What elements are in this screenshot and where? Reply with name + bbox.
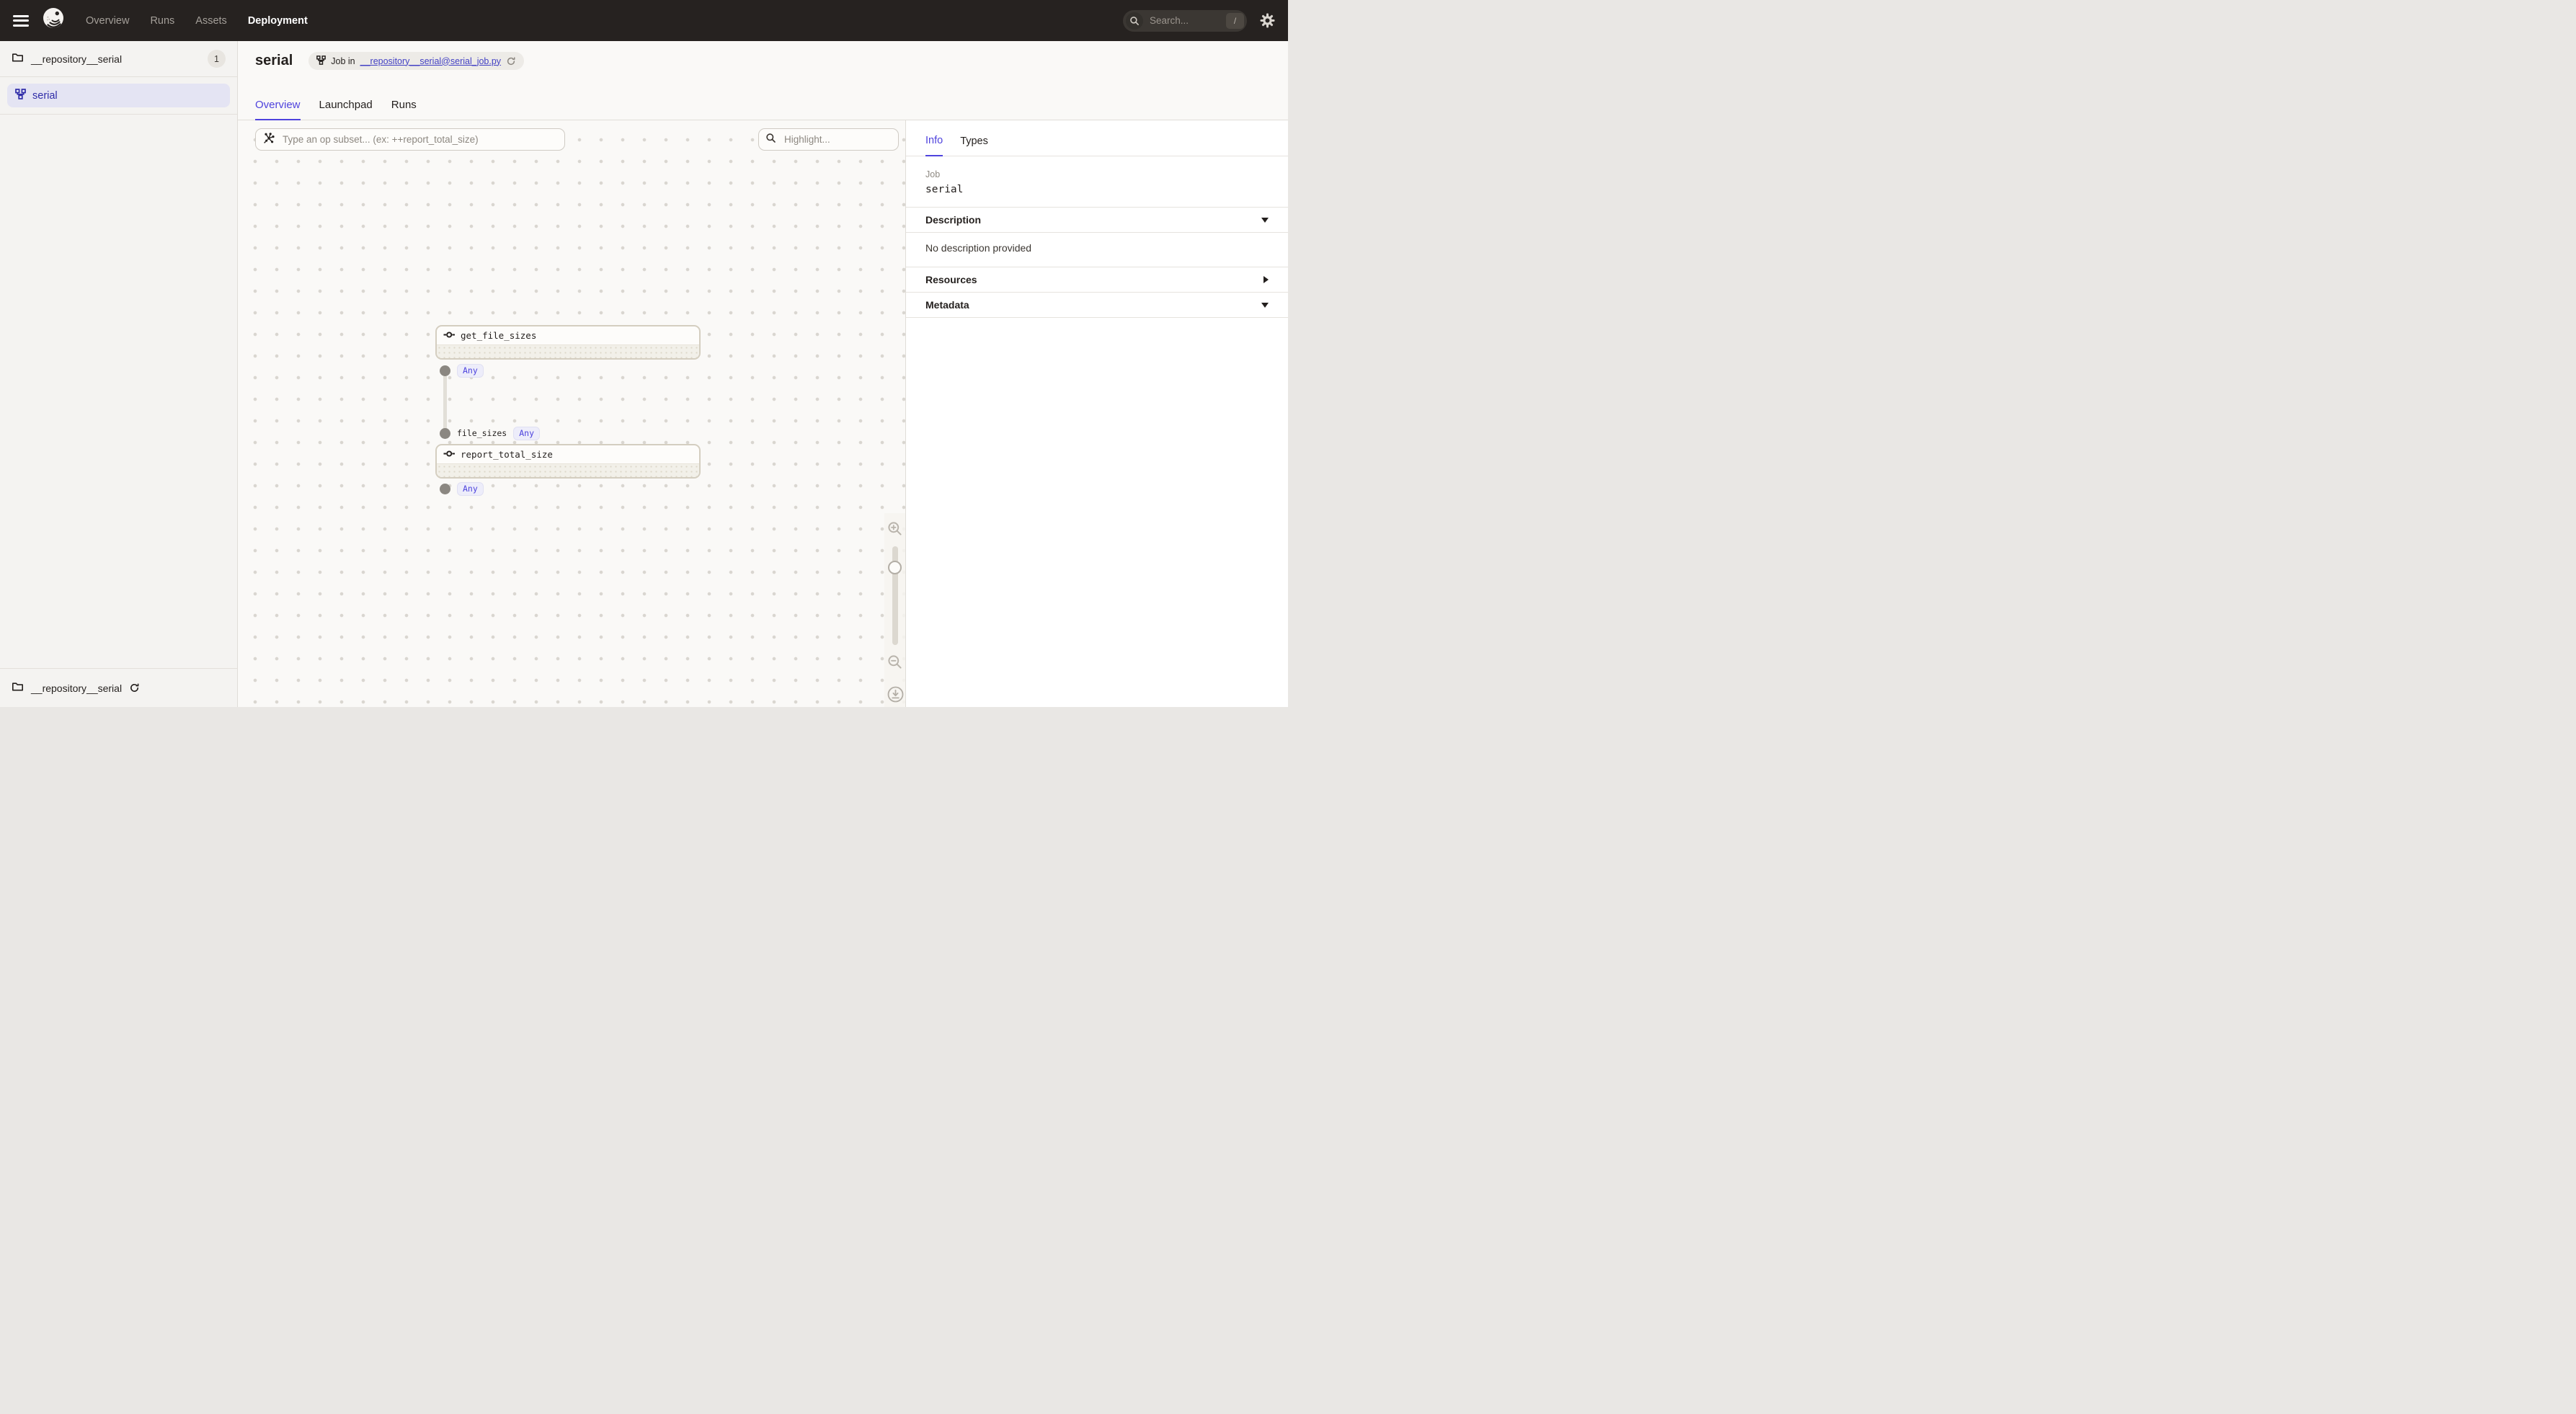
section-header-metadata[interactable]: Metadata (906, 293, 1288, 318)
footer-repository-name: __repository__serial (31, 682, 122, 694)
global-search[interactable]: / (1123, 10, 1247, 32)
folder-icon (12, 52, 24, 66)
tab-launchpad[interactable]: Launchpad (319, 99, 373, 120)
panel-tabs: Info Types (906, 120, 1288, 156)
tab-runs[interactable]: Runs (391, 99, 417, 120)
job-tabs: Overview Launchpad Runs (255, 99, 417, 120)
job-graph-icon (15, 89, 26, 102)
section-label: Metadata (925, 299, 969, 311)
download-image-icon[interactable] (887, 686, 904, 703)
page-title: serial (255, 53, 293, 69)
sidebar-repository-header[interactable]: __repository__serial 1 (0, 41, 237, 77)
nav-link-assets[interactable]: Assets (195, 15, 227, 27)
tab-overview[interactable]: Overview (255, 99, 301, 120)
search-icon (765, 133, 776, 147)
section-label: Resources (925, 274, 977, 285)
dagster-app: Overview Runs Assets Deployment / (0, 0, 1288, 707)
folder-icon (12, 681, 24, 695)
op-node-report-total-size[interactable]: report_total_size (435, 444, 701, 479)
type-badge[interactable]: Any (457, 364, 484, 378)
input-port-label: file_sizes (457, 428, 507, 438)
highlight-input[interactable] (783, 133, 892, 146)
output-port-row: Any (440, 481, 484, 496)
nav-link-deployment[interactable]: Deployment (248, 15, 308, 27)
zoom-in-icon[interactable] (887, 521, 902, 536)
op-node-body (437, 345, 699, 358)
panel-tab-types[interactable]: Types (960, 135, 988, 156)
chevron-right-icon (1263, 276, 1269, 283)
op-node-get-file-sizes[interactable]: get_file_sizes (435, 325, 701, 360)
refresh-icon[interactable] (506, 56, 516, 66)
job-graph-icon (316, 55, 326, 67)
breadcrumb-repo-link[interactable]: __repository__serial@serial_job.py (360, 56, 501, 66)
job-value: serial (925, 184, 1269, 195)
op-node-name: get_file_sizes (461, 330, 536, 341)
reload-repository-icon[interactable] (129, 682, 140, 693)
nav-link-runs[interactable]: Runs (150, 15, 174, 27)
sidebar-item-label: serial (32, 90, 58, 102)
sidebar-footer: __repository__serial (0, 668, 237, 707)
op-icon (443, 330, 456, 341)
dagster-logo-icon[interactable] (40, 5, 67, 36)
settings-gear-icon[interactable] (1260, 13, 1275, 28)
type-badge[interactable]: Any (457, 482, 484, 496)
zoom-out-icon[interactable] (887, 654, 902, 670)
title-row: serial Job in __repository__serial@seria… (255, 52, 524, 70)
op-icon (443, 449, 456, 460)
sidebar-divider (0, 114, 237, 115)
search-icon (1126, 12, 1143, 30)
search-input[interactable] (1148, 14, 1221, 27)
repository-name: __repository__serial (31, 53, 200, 65)
type-badge[interactable]: Any (513, 427, 540, 440)
description-content: No description provided (906, 233, 1288, 267)
breadcrumb-prefix: Job in (331, 56, 355, 66)
chevron-down-icon (1261, 303, 1269, 308)
op-subset-input[interactable] (281, 133, 558, 146)
breadcrumb: Job in __repository__serial@serial_job.p… (308, 52, 524, 70)
nav-link-overview[interactable]: Overview (86, 15, 129, 27)
search-shortcut-badge: / (1226, 13, 1244, 29)
chevron-down-icon (1261, 218, 1269, 223)
section-header-resources[interactable]: Resources (906, 267, 1288, 293)
hamburger-menu-icon[interactable] (13, 15, 29, 27)
section-header-description[interactable]: Description (906, 208, 1288, 233)
zoom-slider-handle[interactable] (888, 561, 902, 574)
job-info-block: Job serial (906, 156, 1288, 208)
op-node-name: report_total_size (461, 449, 553, 460)
input-port-icon (440, 428, 450, 439)
info-panel: Info Types Job serial Description No des… (905, 120, 1288, 707)
output-port-icon (440, 365, 450, 376)
highlight-search (758, 128, 899, 151)
input-port-row: file_sizes Any (440, 426, 540, 440)
repository-count-badge: 1 (208, 50, 226, 68)
op-selector-icon (262, 132, 275, 148)
left-sidebar: __repository__serial 1 serial (0, 41, 238, 707)
output-port-row: Any (440, 363, 484, 378)
edge-line (443, 370, 447, 433)
op-graph-canvas[interactable]: get_file_sizes Any file_sizes Any (238, 120, 905, 707)
panel-tab-info[interactable]: Info (925, 135, 943, 156)
sidebar-item-serial-job[interactable]: serial (7, 84, 230, 107)
output-port-icon (440, 484, 450, 494)
op-node-body (437, 464, 699, 477)
op-subset-filter (255, 128, 565, 151)
page-header: serial Job in __repository__serial@seria… (238, 41, 1288, 120)
section-label: Description (925, 214, 981, 226)
top-nav: Overview Runs Assets Deployment / (0, 0, 1288, 41)
job-label: Job (925, 169, 1269, 179)
main-nav-links: Overview Runs Assets Deployment (86, 15, 308, 27)
